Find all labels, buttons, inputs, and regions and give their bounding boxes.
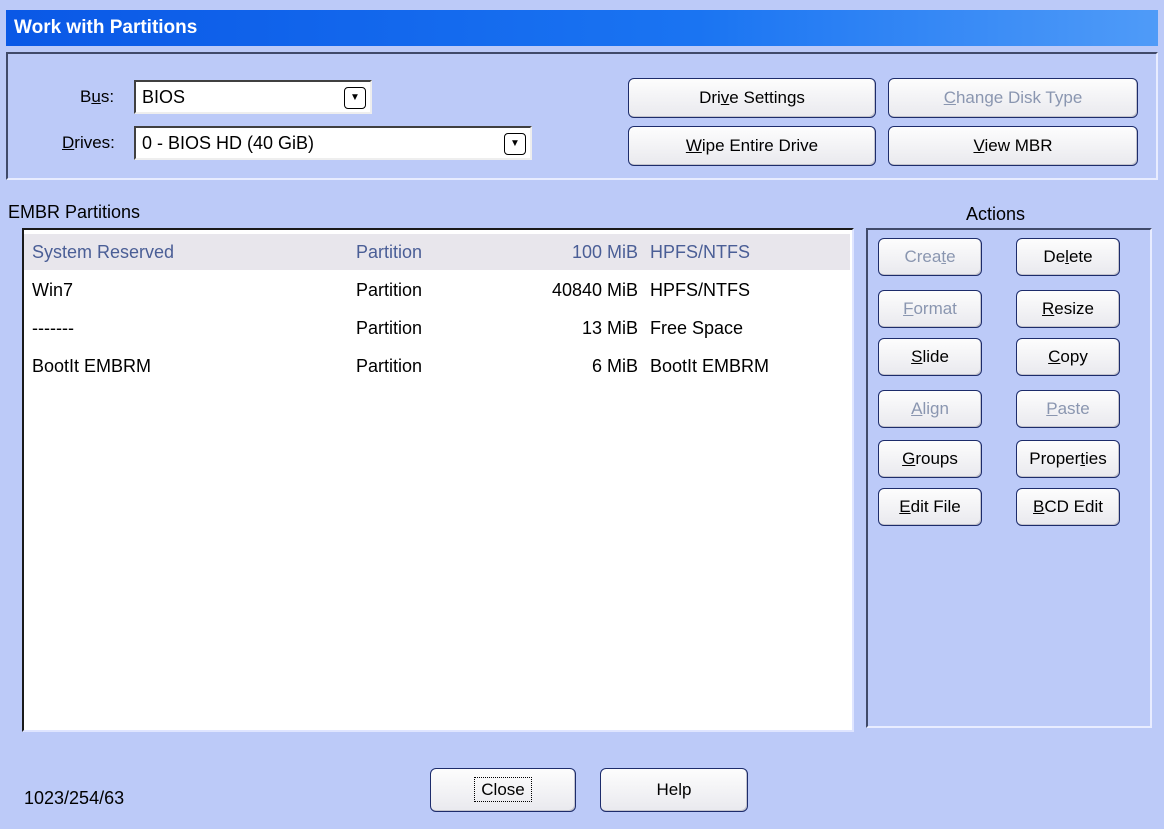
partition-size: 100 MiB — [571, 242, 638, 262]
partition-fs: HPFS/NTFS — [650, 242, 751, 262]
partition-type: Partition — [356, 356, 423, 376]
bus-select[interactable]: BIOS ▼ — [134, 80, 372, 114]
partition-size: 13 MiB — [581, 318, 638, 338]
drives-select-value: 0 - BIOS HD (40 GiB) — [142, 133, 315, 153]
drive-settings-button[interactable]: Drive Settings — [628, 78, 876, 118]
paste-button[interactable]: Paste — [1016, 390, 1120, 428]
disk-geometry: 1023/254/63 — [24, 788, 125, 808]
partition-type: Partition — [356, 242, 423, 262]
bus-select-value: BIOS — [142, 87, 186, 107]
copy-button[interactable]: Copy — [1016, 338, 1120, 376]
partition-name: BootIt EMBRM — [32, 356, 152, 376]
close-button[interactable]: Close — [430, 768, 576, 812]
partition-size: 40840 MiB — [551, 280, 638, 300]
partition-name: System Reserved — [32, 242, 175, 262]
resize-button[interactable]: Resize — [1016, 290, 1120, 328]
properties-button[interactable]: Properties — [1016, 440, 1120, 478]
format-button[interactable]: Format — [878, 290, 982, 328]
create-button[interactable]: Create — [878, 238, 982, 276]
partition-row[interactable]: Win7 Partition 40840 MiB HPFS/NTFS — [24, 272, 850, 308]
partition-type: Partition — [356, 318, 423, 338]
partition-name: Win7 — [32, 280, 74, 300]
drives-label: Drives: — [62, 133, 115, 152]
title-bar: Work with Partitions — [6, 10, 1158, 46]
partition-type: Partition — [356, 280, 423, 300]
bus-label: Bus: — [80, 87, 115, 106]
groups-button[interactable]: Groups — [878, 440, 982, 478]
bcd-edit-button[interactable]: BCD Edit — [1016, 488, 1120, 526]
chevron-down-icon[interactable]: ▼ — [504, 133, 526, 155]
partitions-heading: EMBR Partitions — [8, 202, 141, 222]
partition-name: ------- — [32, 318, 74, 338]
actions-heading: Actions — [966, 204, 1026, 224]
wipe-entire-drive-button[interactable]: Wipe Entire Drive — [628, 126, 876, 166]
edit-file-button[interactable]: Edit File — [878, 488, 982, 526]
partition-fs: BootIt EMBRM — [650, 356, 770, 376]
help-button[interactable]: Help — [600, 768, 748, 812]
partition-row[interactable]: BootIt EMBRM Partition 6 MiB BootIt EMBR… — [24, 348, 850, 384]
view-mbr-button[interactable]: View MBR — [888, 126, 1138, 166]
partition-row[interactable]: ------- Partition 13 MiB Free Space — [24, 310, 850, 346]
partition-fs: Free Space — [650, 318, 744, 338]
window-title: Work with Partitions — [14, 17, 198, 38]
partition-list[interactable]: System Reserved Partition 100 MiB HPFS/N… — [22, 228, 854, 732]
slide-button[interactable]: Slide — [878, 338, 982, 376]
drives-select[interactable]: 0 - BIOS HD (40 GiB) ▼ — [134, 126, 532, 160]
delete-button[interactable]: Delete — [1016, 238, 1120, 276]
partition-fs: HPFS/NTFS — [650, 280, 751, 300]
align-button[interactable]: Align — [878, 390, 982, 428]
partition-row[interactable]: System Reserved Partition 100 MiB HPFS/N… — [24, 234, 850, 270]
chevron-down-icon[interactable]: ▼ — [344, 87, 366, 109]
partition-size: 6 MiB — [591, 356, 638, 376]
change-disk-type-button[interactable]: Change Disk Type — [888, 78, 1138, 118]
